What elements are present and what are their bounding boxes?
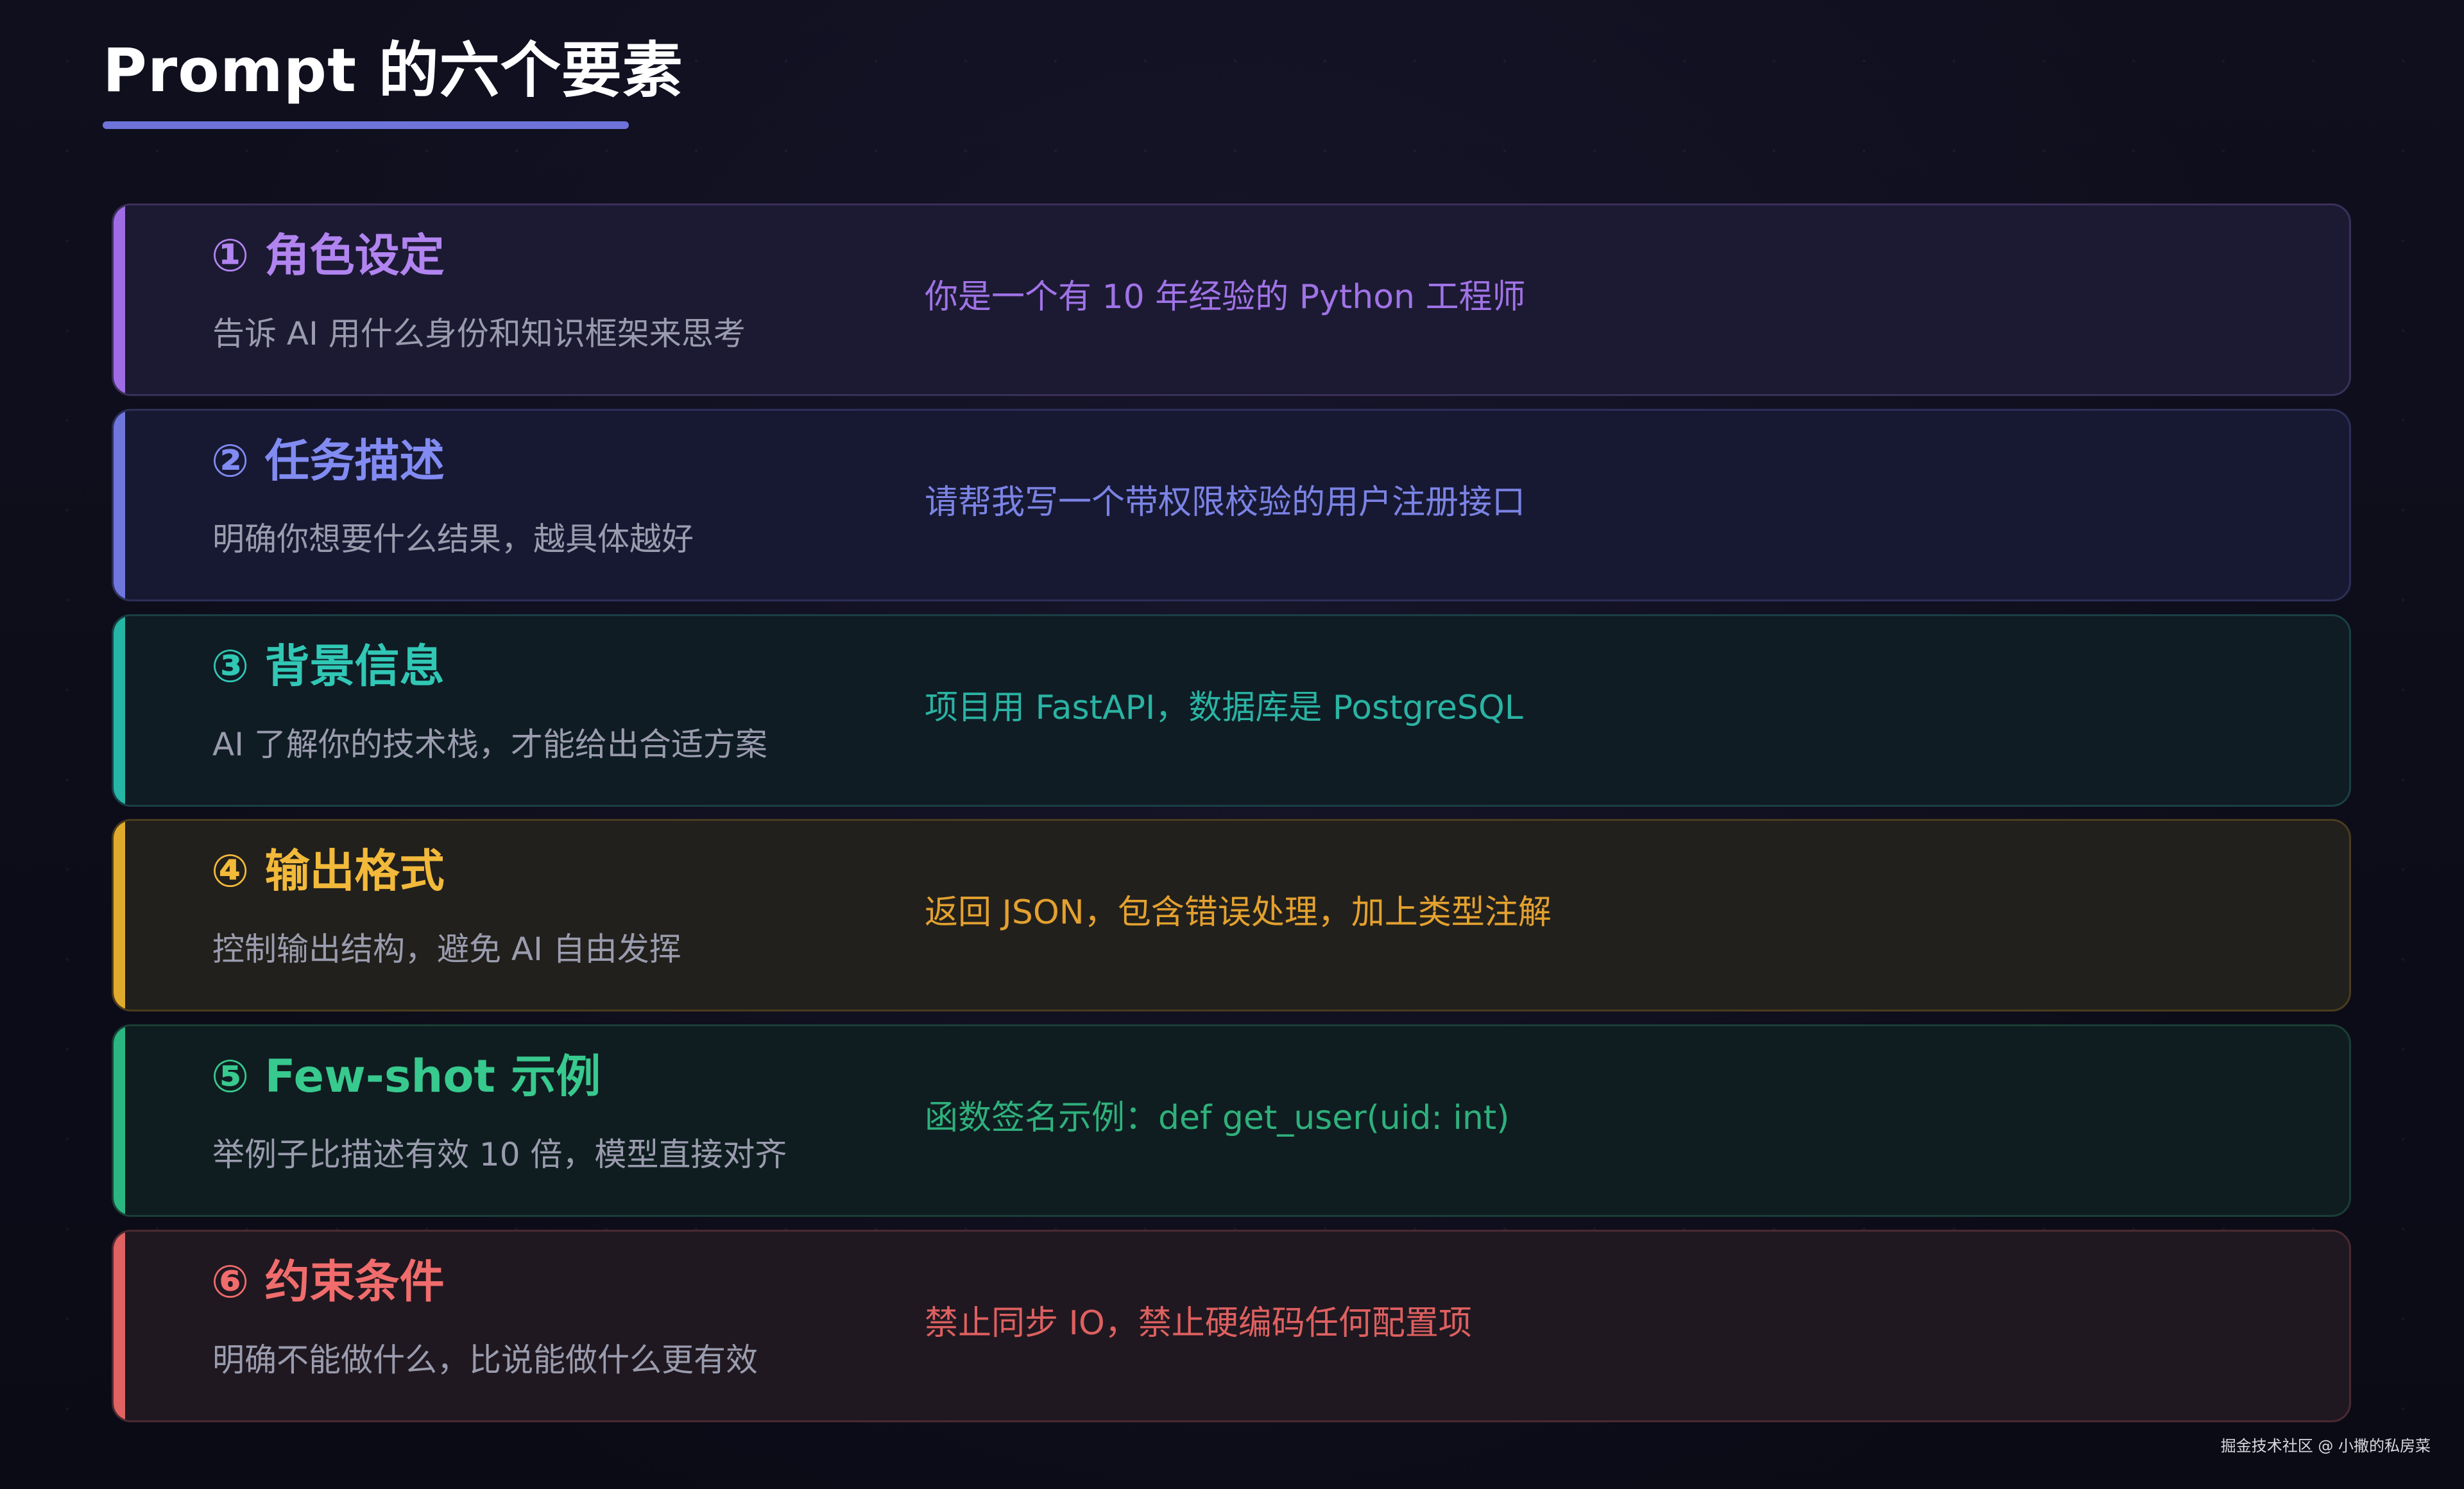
card-description: 举例子比描述有效 10 倍，模型直接对齐 (212, 1136, 787, 1173)
title-underline (103, 121, 629, 129)
slide-canvas: Prompt 的六个要素 ① 角色设定 告诉 AI 用什么身份和知识框架来思考 … (0, 0, 2464, 1489)
page-title: Prompt 的六个要素 (103, 36, 683, 106)
watermark: 掘金技术社区 @ 小撒的私房菜 (2220, 1437, 2431, 1455)
element-card-output-format: ④ 输出格式 控制输出结构，避免 AI 自由发挥 返回 JSON，包含错误处理，… (112, 819, 2351, 1011)
card-title: ② 任务描述 (211, 435, 445, 487)
card-example: 你是一个有 10 年经验的 Python 工程师 (925, 278, 1526, 316)
element-card-constraints: ⑥ 约束条件 明确不能做什么，比说能做什么更有效 禁止同步 IO，禁止硬编码任何… (112, 1230, 2351, 1422)
card-title: ③ 背景信息 (211, 640, 445, 693)
card-example: 请帮我写一个带权限校验的用户注册接口 (925, 483, 1526, 522)
card-example: 函数签名示例：def get_user(uid: int) (925, 1099, 1510, 1137)
card-title: ⑥ 约束条件 (211, 1255, 445, 1308)
card-example: 返回 JSON，包含错误处理，加上类型注解 (925, 893, 1552, 932)
card-accent-bar (114, 616, 125, 805)
card-accent-bar (114, 1232, 125, 1420)
card-accent-bar (114, 411, 125, 599)
card-description: 控制输出结构，避免 AI 自由发挥 (212, 931, 681, 968)
element-card-few-shot: ⑤ Few-shot 示例 举例子比描述有效 10 倍，模型直接对齐 函数签名示… (112, 1024, 2351, 1217)
card-title: ⑤ Few-shot 示例 (211, 1050, 601, 1103)
card-example: 禁止同步 IO，禁止硬编码任何配置项 (925, 1304, 1472, 1343)
card-description: AI 了解你的技术栈，才能给出合适方案 (212, 726, 767, 763)
card-description: 明确不能做什么，比说能做什么更有效 (212, 1341, 758, 1379)
element-card-task: ② 任务描述 明确你想要什么结果，越具体越好 请帮我写一个带权限校验的用户注册接… (112, 409, 2351, 601)
card-accent-bar (114, 821, 125, 1010)
card-description: 明确你想要什么结果，越具体越好 (212, 521, 694, 558)
card-description: 告诉 AI 用什么身份和知识框架来思考 (212, 315, 746, 352)
card-title: ④ 输出格式 (211, 845, 445, 897)
card-example: 项目用 FastAPI，数据库是 PostgreSQL (925, 689, 1523, 727)
element-card-context: ③ 背景信息 AI 了解你的技术栈，才能给出合适方案 项目用 FastAPI，数… (112, 614, 2351, 807)
card-title: ① 角色设定 (211, 229, 445, 282)
element-card-role: ① 角色设定 告诉 AI 用什么身份和知识框架来思考 你是一个有 10 年经验的… (112, 203, 2351, 396)
card-accent-bar (114, 205, 125, 394)
card-accent-bar (114, 1026, 125, 1215)
